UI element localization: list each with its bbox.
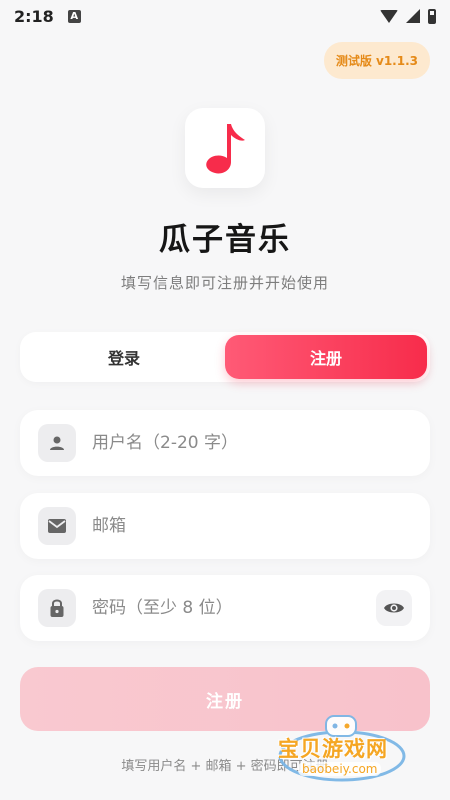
watermark-url: baobeiy.com [298, 762, 382, 776]
tab-login[interactable]: 登录 [23, 335, 225, 379]
app-subtitle: 填写信息即可注册并开始使用 [120, 274, 329, 292]
lock-icon [38, 589, 76, 627]
email-input[interactable] [92, 516, 412, 536]
username-input[interactable] [92, 433, 412, 453]
status-bar: 2:18 A [0, 0, 450, 32]
status-icons [380, 8, 436, 24]
app-logo [185, 108, 265, 188]
signal-icon [406, 9, 420, 23]
watermark-text: 宝贝游戏网 [278, 737, 388, 761]
status-time: 2:18 [14, 6, 54, 26]
person-icon [38, 424, 76, 462]
mail-icon [38, 507, 76, 545]
notification-icon: A [67, 9, 81, 23]
version-badge: 测试版 v1.1.3 [323, 42, 430, 79]
password-input[interactable] [92, 598, 376, 618]
music-note-icon [206, 124, 245, 174]
username-field [20, 410, 430, 476]
tab-register[interactable]: 注册 [225, 335, 427, 379]
toggle-password-visibility-button[interactable] [376, 590, 412, 626]
email-field [20, 493, 430, 559]
app-title: 瓜子音乐 [159, 222, 291, 258]
wifi-icon [380, 9, 398, 23]
eye-icon [384, 603, 404, 613]
auth-tabs: 登录 注册 [20, 332, 430, 382]
battery-icon [428, 8, 436, 24]
password-field [20, 575, 430, 641]
